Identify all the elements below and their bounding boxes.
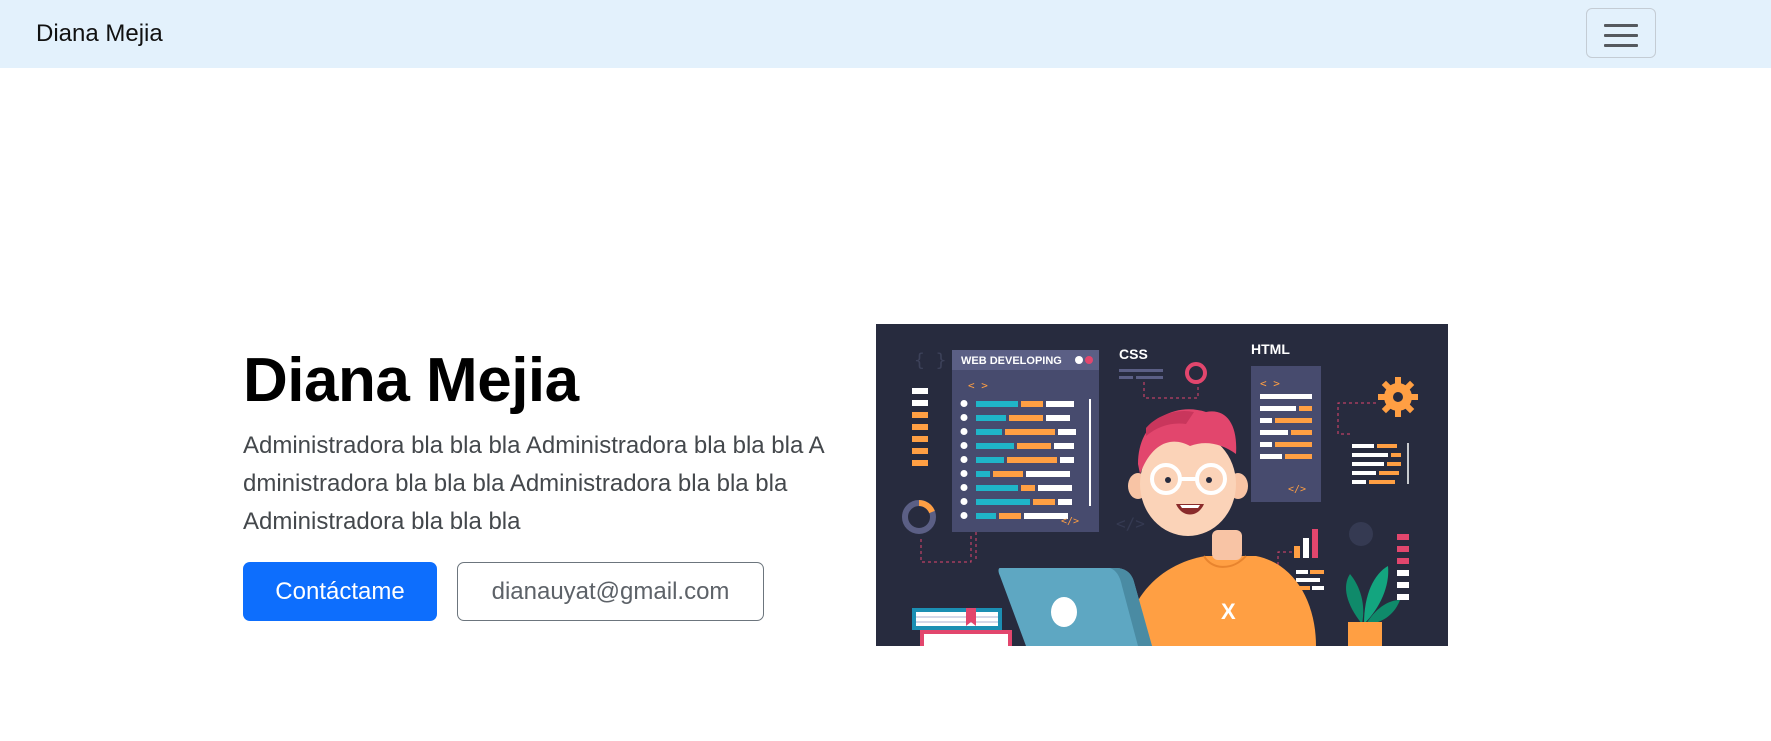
svg-text:</>: </> <box>1288 484 1306 495</box>
navbar-brand[interactable]: Diana Mejia <box>36 18 163 50</box>
css-label: CSS <box>1119 346 1148 362</box>
right-code-block <box>1352 443 1409 484</box>
shirt-mark: X <box>1221 599 1236 624</box>
left-bars-icon <box>912 388 928 466</box>
html-label: HTML <box>1251 341 1290 357</box>
web-developer-illustration: { } WEB DEVELOPING < > </> CSS HTML < > … <box>876 324 1448 646</box>
code-panel: WEB DEVELOPING < > </> <box>952 350 1099 532</box>
donut-chart-icon <box>902 500 936 534</box>
html-panel: < > </> <box>1251 366 1321 502</box>
plant-icon <box>1346 566 1400 646</box>
hero-description: Administradora bla bla bla Administrador… <box>243 432 824 535</box>
panel-title: WEB DEVELOPING <box>961 355 1062 367</box>
hero-text-column: Diana Mejia Administradora bla bla bla A… <box>243 345 833 541</box>
svg-text:</>: </> <box>1116 514 1145 533</box>
right-bars-icon <box>1397 534 1409 600</box>
books-icon <box>912 608 1012 646</box>
svg-text:< >: < > <box>1260 377 1280 390</box>
navbar: Diana Mejia <box>0 0 1771 68</box>
svg-text:< >: < > <box>968 379 988 392</box>
svg-text:</>: </> <box>1061 516 1079 527</box>
gear-icon <box>1378 377 1418 417</box>
navbar-toggler-button[interactable] <box>1586 8 1656 58</box>
svg-text:{ }: { } <box>914 350 947 371</box>
contact-button[interactable]: Contáctame <box>243 562 437 621</box>
bar-chart-icon <box>1294 529 1318 558</box>
hero-title: Diana Mejia <box>243 346 579 415</box>
email-button[interactable]: dianauyat@gmail.com <box>457 562 764 621</box>
